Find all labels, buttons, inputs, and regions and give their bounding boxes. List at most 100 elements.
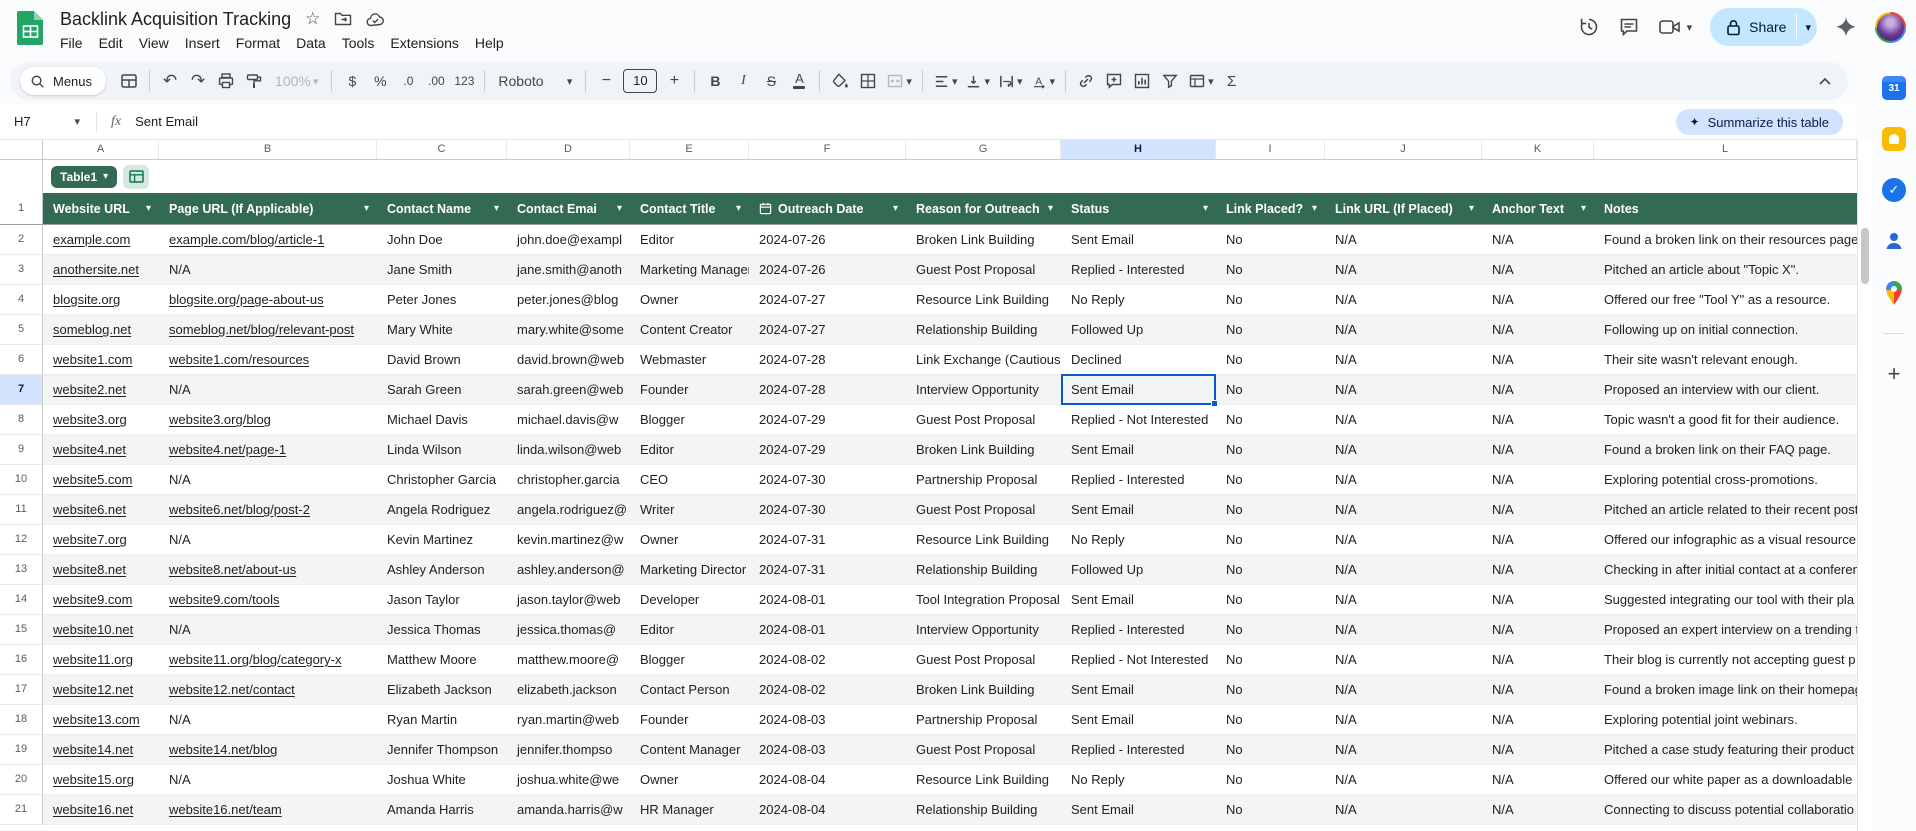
cell[interactable]: angela.rodriguez@ xyxy=(507,495,630,525)
cell[interactable]: N/A xyxy=(1482,525,1594,555)
cell[interactable]: Resource Link Building xyxy=(906,525,1061,555)
cell[interactable]: Content Manager xyxy=(630,735,749,765)
column-dropdown-icon[interactable]: ▾ xyxy=(893,203,898,214)
menu-insert[interactable]: Insert xyxy=(177,33,228,53)
cell[interactable]: HR Manager xyxy=(630,795,749,825)
cell[interactable]: linda.wilson@web xyxy=(507,435,630,465)
cell[interactable]: No Reply xyxy=(1061,765,1216,795)
font-size-input[interactable]: 10 xyxy=(623,69,657,93)
cell-link[interactable]: website3.org xyxy=(43,405,159,435)
row-header-18[interactable]: 18 xyxy=(0,705,43,735)
cell[interactable]: N/A xyxy=(1482,735,1594,765)
tasks-icon[interactable]: ✓ xyxy=(1882,178,1906,202)
cell[interactable]: No xyxy=(1216,375,1325,405)
cell-link[interactable]: someblog.net xyxy=(43,315,159,345)
cell[interactable]: Exploring potential joint webinars. xyxy=(1594,705,1857,735)
cell[interactable]: No Reply xyxy=(1061,525,1216,555)
cell[interactable]: Pitched an article about "Topic X". xyxy=(1594,255,1857,285)
strikethrough-button[interactable]: S xyxy=(758,68,784,94)
cell[interactable]: joshua.white@we xyxy=(507,765,630,795)
cell[interactable]: Jason Taylor xyxy=(377,585,507,615)
cell[interactable]: No xyxy=(1216,435,1325,465)
cell[interactable]: Broken Link Building xyxy=(906,435,1061,465)
cell[interactable]: peter.jones@blog xyxy=(507,285,630,315)
menu-format[interactable]: Format xyxy=(228,33,288,53)
cell[interactable]: N/A xyxy=(159,375,377,405)
cell[interactable]: ryan.martin@web xyxy=(507,705,630,735)
cell[interactable]: 2024-07-31 xyxy=(749,525,906,555)
cell[interactable]: Topic wasn't a good fit for their audien… xyxy=(1594,405,1857,435)
functions-button[interactable]: Σ xyxy=(1219,68,1245,94)
cell[interactable]: Suggested integrating our tool with thei… xyxy=(1594,585,1857,615)
cell[interactable]: sarah.green@web xyxy=(507,375,630,405)
cell[interactable]: Sent Email xyxy=(1061,495,1216,525)
cell[interactable]: N/A xyxy=(159,705,377,735)
header-cell-link-url-if-placed-[interactable]: Link URL (If Placed)▾ xyxy=(1325,193,1482,224)
print-button[interactable] xyxy=(213,68,239,94)
comment-history-icon[interactable] xyxy=(1618,16,1640,38)
bold-button[interactable]: B xyxy=(702,68,728,94)
cell[interactable]: Sent Email xyxy=(1061,675,1216,705)
row-header-13[interactable]: 13 xyxy=(0,555,43,585)
cell-link[interactable]: website1.com xyxy=(43,345,159,375)
calendar-icon[interactable]: 31 xyxy=(1882,76,1906,100)
cell[interactable]: Editor xyxy=(630,615,749,645)
cell[interactable]: N/A xyxy=(1482,495,1594,525)
version-history-icon[interactable] xyxy=(1578,16,1600,38)
cell[interactable]: Replied - Interested xyxy=(1061,465,1216,495)
cell[interactable]: N/A xyxy=(1325,525,1482,555)
cell[interactable]: 2024-08-01 xyxy=(749,585,906,615)
cell[interactable]: Offered our infographic as a visual reso… xyxy=(1594,525,1857,555)
cell[interactable]: Founder xyxy=(630,375,749,405)
insert-chart-button[interactable] xyxy=(1129,68,1155,94)
cell[interactable]: N/A xyxy=(1482,285,1594,315)
cell[interactable]: john.doe@exampl xyxy=(507,225,630,255)
cell[interactable]: Replied - Interested xyxy=(1061,255,1216,285)
cell[interactable]: Partnership Proposal xyxy=(906,465,1061,495)
cell[interactable]: Sent Email xyxy=(1061,795,1216,825)
cell[interactable]: CEO xyxy=(630,465,749,495)
cell[interactable]: Tool Integration Proposal xyxy=(906,585,1061,615)
column-header-C[interactable]: C xyxy=(377,140,507,159)
cell[interactable]: N/A xyxy=(1482,795,1594,825)
cell[interactable]: No xyxy=(1216,495,1325,525)
cell[interactable]: N/A xyxy=(1482,375,1594,405)
cell[interactable]: N/A xyxy=(1482,405,1594,435)
cell[interactable]: 2024-07-26 xyxy=(749,225,906,255)
header-cell-status[interactable]: Status▾ xyxy=(1061,193,1216,224)
cell[interactable]: No xyxy=(1216,615,1325,645)
more-formats-button[interactable]: 123 xyxy=(451,68,477,94)
row-header-7[interactable]: 7 xyxy=(0,375,43,405)
cell[interactable]: Jane Smith xyxy=(377,255,507,285)
cell[interactable]: No xyxy=(1216,315,1325,345)
cell[interactable]: Found a broken link on their resources p… xyxy=(1594,225,1857,255)
cell[interactable]: N/A xyxy=(1482,255,1594,285)
cell-link[interactable]: website10.net xyxy=(43,615,159,645)
cell[interactable]: Blogger xyxy=(630,405,749,435)
cell[interactable]: No xyxy=(1216,285,1325,315)
cell[interactable]: Contact Person xyxy=(630,675,749,705)
row-header-12[interactable]: 12 xyxy=(0,525,43,555)
header-cell-outreach-date[interactable]: Outreach Date▾ xyxy=(749,193,906,224)
cell[interactable]: Guest Post Proposal xyxy=(906,645,1061,675)
cell[interactable]: Found a broken link on their FAQ page. xyxy=(1594,435,1857,465)
cell[interactable]: 2024-07-30 xyxy=(749,465,906,495)
merge-cells-button[interactable]: ▾ xyxy=(883,68,915,94)
cell[interactable]: N/A xyxy=(1482,315,1594,345)
cell[interactable]: N/A xyxy=(1325,255,1482,285)
cell[interactable]: jennifer.thompso xyxy=(507,735,630,765)
row-header-17[interactable]: 17 xyxy=(0,675,43,705)
cell-link[interactable]: website11.org xyxy=(43,645,159,675)
cell[interactable]: No xyxy=(1216,255,1325,285)
cell[interactable]: 2024-08-03 xyxy=(749,735,906,765)
cell[interactable]: Guest Post Proposal xyxy=(906,735,1061,765)
cell[interactable]: N/A xyxy=(1325,315,1482,345)
cell-link[interactable]: website8.net/about-us xyxy=(159,555,377,585)
cell[interactable]: No xyxy=(1216,465,1325,495)
create-filter-button[interactable] xyxy=(1157,68,1183,94)
paint-format-button[interactable] xyxy=(241,68,267,94)
cell[interactable]: N/A xyxy=(1482,675,1594,705)
cell[interactable]: 2024-07-26 xyxy=(749,255,906,285)
cell[interactable]: N/A xyxy=(1325,495,1482,525)
contacts-icon[interactable] xyxy=(1882,229,1906,253)
